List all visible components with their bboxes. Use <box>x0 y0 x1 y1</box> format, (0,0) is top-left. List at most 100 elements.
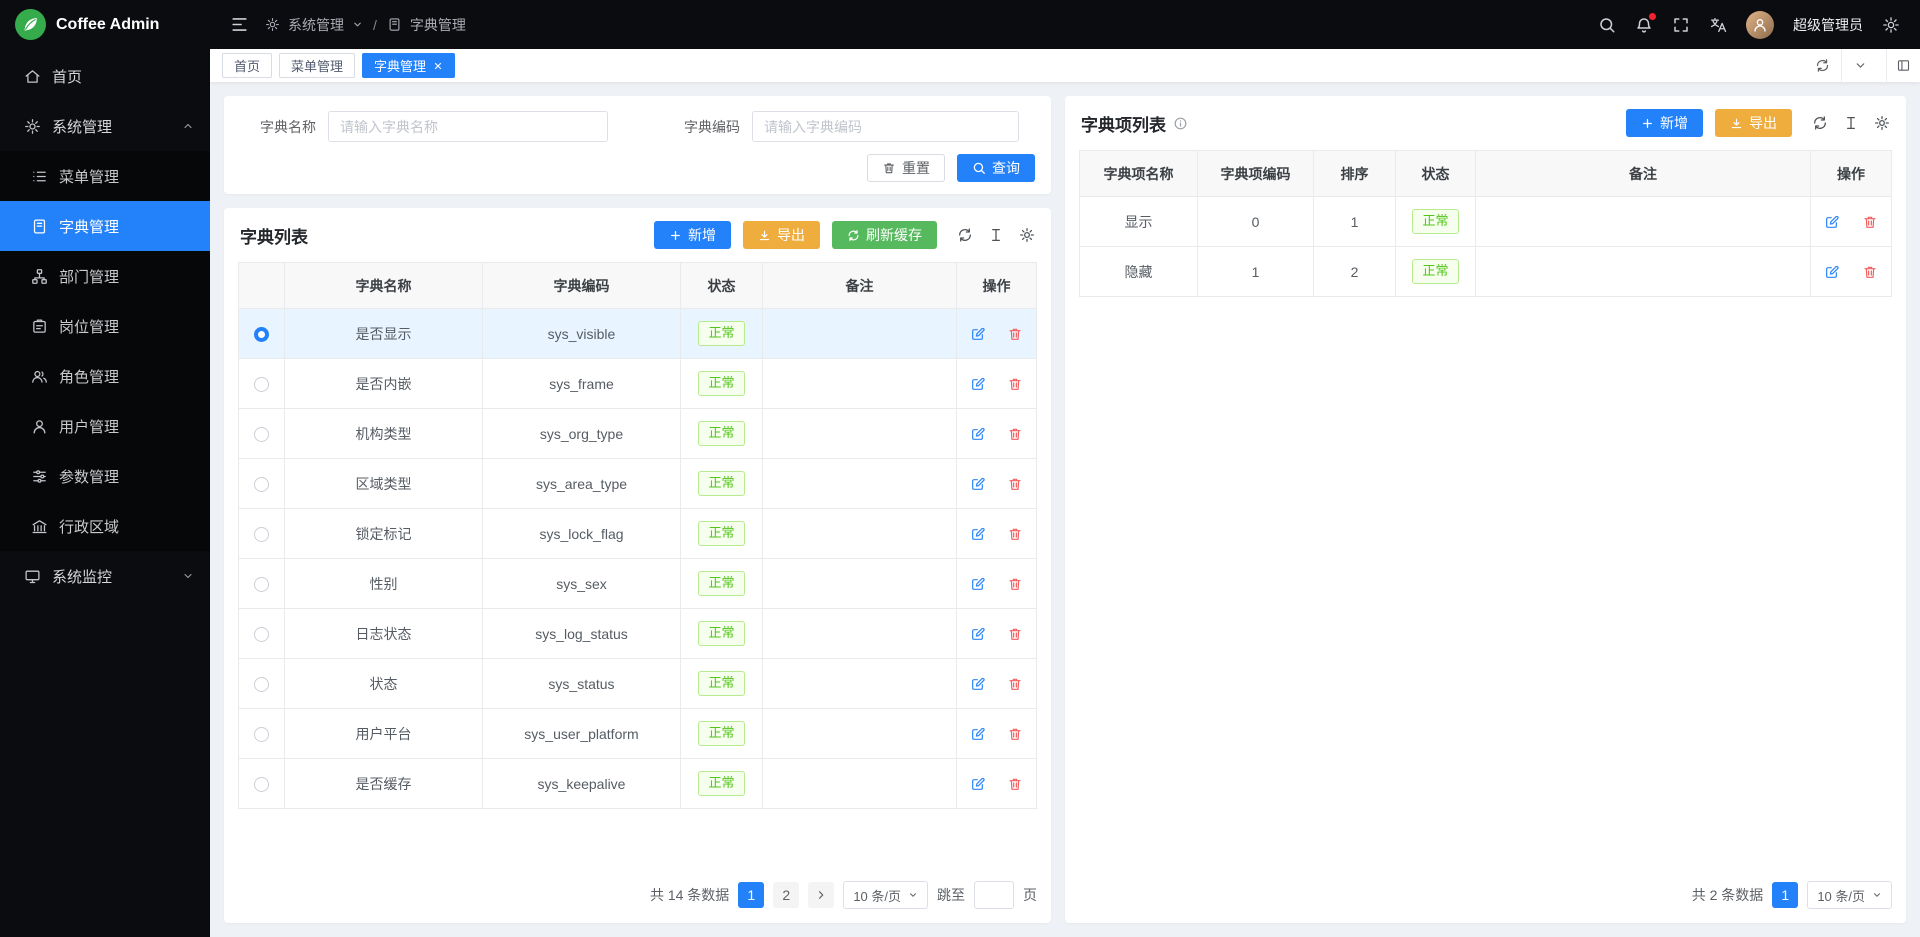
refresh-cache-button[interactable]: 刷新缓存 <box>832 221 937 249</box>
remark-cell <box>763 309 957 359</box>
delete-icon[interactable] <box>1007 326 1023 342</box>
total-count: 共 2 条数据 <box>1692 885 1764 905</box>
edit-icon[interactable] <box>970 676 986 692</box>
refresh-icon[interactable] <box>957 227 973 243</box>
delete-icon[interactable] <box>1862 264 1878 280</box>
chevron-down-icon <box>908 890 918 900</box>
row-radio[interactable] <box>254 627 269 642</box>
column-settings-icon[interactable] <box>1019 227 1035 243</box>
tabs-dropdown-icon[interactable] <box>1841 49 1878 82</box>
edit-icon[interactable] <box>1824 264 1840 280</box>
layout-icon[interactable] <box>1886 49 1920 82</box>
page-size-select[interactable]: 10 条/页 <box>843 881 928 909</box>
fullscreen-icon[interactable] <box>1672 16 1690 34</box>
page-button-2[interactable]: 2 <box>773 882 799 908</box>
sidebar-item-param-mgmt[interactable]: 参数管理 <box>0 451 210 501</box>
add-item-button[interactable]: 新增 <box>1626 109 1703 137</box>
edit-icon[interactable] <box>970 326 986 342</box>
row-radio[interactable] <box>254 527 269 542</box>
edit-icon[interactable] <box>970 426 986 442</box>
sidebar-item-user-mgmt[interactable]: 用户管理 <box>0 401 210 451</box>
delete-icon[interactable] <box>1007 376 1023 392</box>
tab-close-icon[interactable] <box>433 61 443 71</box>
refresh-icon[interactable] <box>1812 115 1828 131</box>
sidebar-item-menu-mgmt[interactable]: 菜单管理 <box>0 151 210 201</box>
page-button-1[interactable]: 1 <box>1772 882 1798 908</box>
density-icon[interactable] <box>988 227 1004 243</box>
table-row[interactable]: 是否缓存 sys_keepalive 正常 <box>239 759 1037 809</box>
delete-icon[interactable] <box>1007 626 1023 642</box>
page-size-select[interactable]: 10 条/页 <box>1807 881 1892 909</box>
bell-icon[interactable] <box>1635 16 1653 34</box>
delete-icon[interactable] <box>1007 726 1023 742</box>
row-radio[interactable] <box>254 477 269 492</box>
table-row[interactable]: 日志状态 sys_log_status 正常 <box>239 609 1037 659</box>
sidebar-item-role-mgmt[interactable]: 角色管理 <box>0 351 210 401</box>
table-row[interactable]: 机构类型 sys_org_type 正常 <box>239 409 1037 459</box>
export-dict-button[interactable]: 导出 <box>743 221 820 249</box>
query-button[interactable]: 查询 <box>957 154 1035 182</box>
density-icon[interactable] <box>1843 115 1859 131</box>
edit-icon[interactable] <box>970 776 986 792</box>
edit-icon[interactable] <box>970 576 986 592</box>
dict-name-input[interactable] <box>328 111 608 142</box>
delete-icon[interactable] <box>1007 576 1023 592</box>
user-name[interactable]: 超级管理员 <box>1793 15 1863 35</box>
sidebar-item-post-mgmt[interactable]: 岗位管理 <box>0 301 210 351</box>
row-radio[interactable] <box>254 777 269 792</box>
table-row[interactable]: 显示 0 1 正常 <box>1080 197 1892 247</box>
avatar[interactable] <box>1746 11 1774 39</box>
translate-icon[interactable] <box>1709 16 1727 34</box>
sidebar-item-system-monitor[interactable]: 系统监控 <box>0 551 210 601</box>
table-row[interactable]: 是否内嵌 sys_frame 正常 <box>239 359 1037 409</box>
delete-icon[interactable] <box>1007 676 1023 692</box>
tab[interactable]: 菜单管理 <box>279 53 355 78</box>
sidebar-item-system-mgmt[interactable]: 系统管理 <box>0 101 210 151</box>
table-row[interactable]: 隐藏 1 2 正常 <box>1080 247 1892 297</box>
edit-icon[interactable] <box>970 626 986 642</box>
row-radio[interactable] <box>254 427 269 442</box>
row-radio[interactable] <box>254 377 269 392</box>
tabs-refresh-icon[interactable] <box>1804 49 1841 82</box>
search-icon[interactable] <box>1598 16 1616 34</box>
breadcrumb-root[interactable]: 系统管理 <box>288 15 344 35</box>
edit-icon[interactable] <box>970 376 986 392</box>
export-item-button[interactable]: 导出 <box>1715 109 1792 137</box>
table-row[interactable]: 用户平台 sys_user_platform 正常 <box>239 709 1037 759</box>
edit-icon[interactable] <box>970 476 986 492</box>
table-tools <box>957 227 1035 243</box>
table-row[interactable]: 区域类型 sys_area_type 正常 <box>239 459 1037 509</box>
delete-icon[interactable] <box>1007 526 1023 542</box>
table-row[interactable]: 状态 sys_status 正常 <box>239 659 1037 709</box>
sidebar-item-label: 参数管理 <box>59 466 119 487</box>
column-settings-icon[interactable] <box>1874 115 1890 131</box>
row-radio[interactable] <box>254 577 269 592</box>
dict-code-input[interactable] <box>752 111 1019 142</box>
reset-button[interactable]: 重置 <box>867 154 945 182</box>
row-radio[interactable] <box>254 727 269 742</box>
row-radio[interactable] <box>254 677 269 692</box>
jump-page-input[interactable] <box>974 881 1014 909</box>
settings-gear-icon[interactable] <box>1882 16 1900 34</box>
edit-icon[interactable] <box>1824 214 1840 230</box>
tab[interactable]: 首页 <box>222 53 272 78</box>
sidebar-item-admin-region[interactable]: 行政区域 <box>0 501 210 551</box>
edit-icon[interactable] <box>970 526 986 542</box>
sidebar-item-home[interactable]: 首页 <box>0 51 210 101</box>
delete-icon[interactable] <box>1007 426 1023 442</box>
next-page-button[interactable] <box>808 882 834 908</box>
table-row[interactable]: 性别 sys_sex 正常 <box>239 559 1037 609</box>
delete-icon[interactable] <box>1862 214 1878 230</box>
delete-icon[interactable] <box>1007 776 1023 792</box>
collapse-menu-icon[interactable] <box>230 15 249 34</box>
page-button-1[interactable]: 1 <box>738 882 764 908</box>
row-radio[interactable] <box>254 327 269 342</box>
add-dict-button[interactable]: 新增 <box>654 221 731 249</box>
delete-icon[interactable] <box>1007 476 1023 492</box>
edit-icon[interactable] <box>970 726 986 742</box>
table-row[interactable]: 是否显示 sys_visible 正常 <box>239 309 1037 359</box>
sidebar-item-dept-mgmt[interactable]: 部门管理 <box>0 251 210 301</box>
table-row[interactable]: 锁定标记 sys_lock_flag 正常 <box>239 509 1037 559</box>
sidebar-item-dict-mgmt[interactable]: 字典管理 <box>0 201 210 251</box>
tab[interactable]: 字典管理 <box>362 53 455 78</box>
